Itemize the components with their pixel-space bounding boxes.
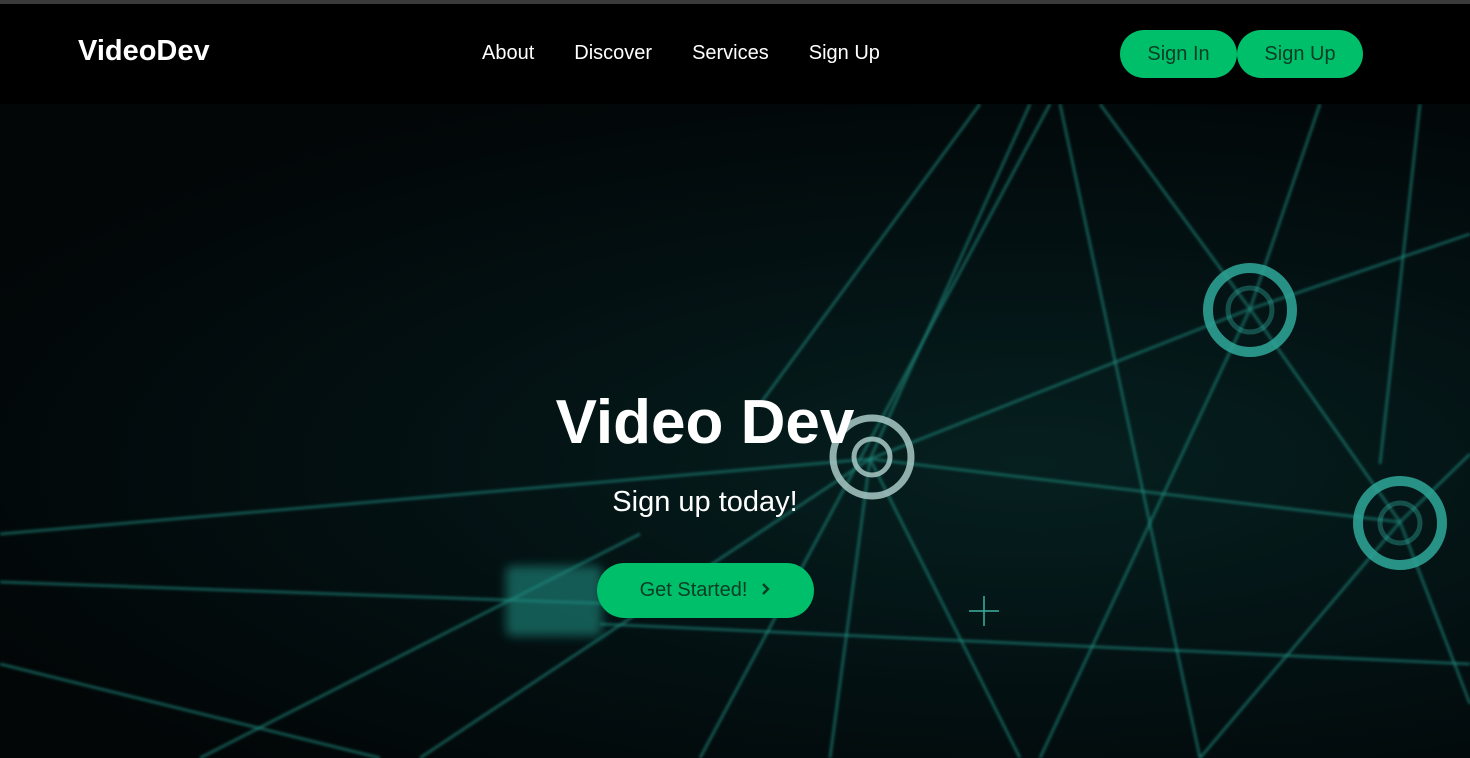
main-nav: About Discover Services Sign Up — [482, 42, 920, 65]
nav-link-sign-up[interactable]: Sign Up — [809, 42, 880, 65]
get-started-button[interactable]: Get Started! — [597, 563, 814, 618]
get-started-label: Get Started! — [639, 579, 748, 601]
hero-section: Video Dev Sign up today! Get Started! — [0, 104, 1470, 758]
sign-in-button[interactable]: Sign In — [1120, 30, 1237, 78]
hero-subtitle: Sign up today! — [612, 486, 798, 518]
hero-title: Video Dev — [555, 388, 855, 457]
navbar: VideoDev About Discover Services Sign Up… — [0, 4, 1470, 104]
nav-link-services[interactable]: Services — [692, 42, 769, 65]
nav-link-discover[interactable]: Discover — [574, 42, 652, 65]
nav-link-about[interactable]: About — [482, 42, 534, 65]
chevron-right-icon — [761, 579, 771, 602]
site-logo[interactable]: VideoDev — [78, 35, 210, 68]
sign-up-button[interactable]: Sign Up — [1237, 30, 1363, 78]
